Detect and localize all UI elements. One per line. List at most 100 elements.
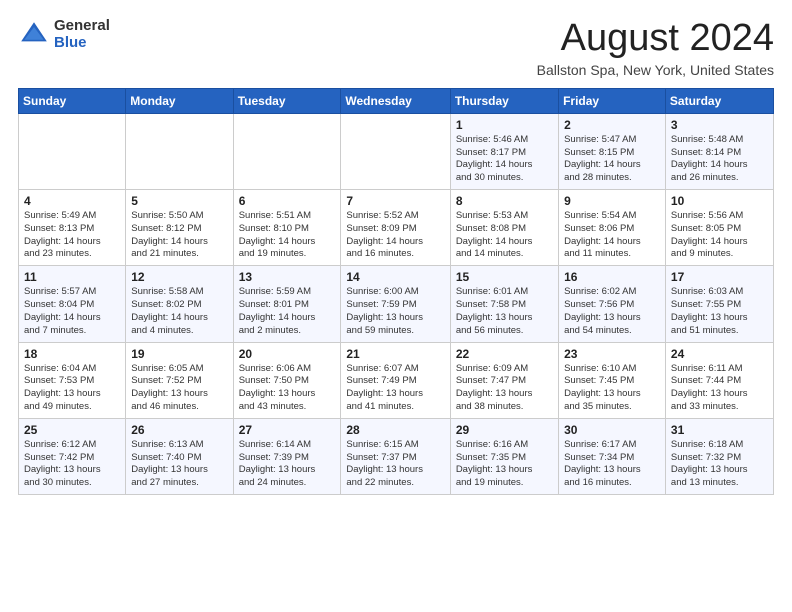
day-number: 6 [239,194,336,208]
logo-icon [18,19,50,51]
day-info: Sunrise: 6:10 AM Sunset: 7:45 PM Dayligh… [564,363,660,414]
week-row-0: 1 Sunrise: 5:46 AM Sunset: 8:17 PM Daylig… [19,113,774,189]
day-number: 4 [24,194,120,208]
day-cell [19,113,126,189]
logo-blue: Blue [54,35,110,52]
day-cell: 30 Sunrise: 6:17 AM Sunset: 7:34 PM Dayli… [559,418,666,494]
day-info: Sunrise: 5:49 AM Sunset: 8:13 PM Dayligh… [24,210,120,261]
day-cell: 23Sunrise: 6:10 AM Sunset: 7:45 PM Dayli… [559,342,666,418]
day-info: Sunrise: 5:57 AM Sunset: 8:04 PM Dayligh… [24,286,120,337]
location: Ballston Spa, New York, United States [537,62,774,78]
day-number: 9 [564,194,660,208]
day-number: 12 [131,270,227,284]
day-cell: 9 Sunrise: 5:54 AM Sunset: 8:06 PM Daylig… [559,190,666,266]
day-info: Sunrise: 6:05 AM Sunset: 7:52 PM Dayligh… [131,363,227,414]
day-number: 13 [239,270,336,284]
day-cell: 16Sunrise: 6:02 AM Sunset: 7:56 PM Dayli… [559,266,666,342]
day-number: 21 [346,347,444,361]
calendar-header: SundayMondayTuesdayWednesdayThursdayFrid… [19,88,774,113]
day-cell: 18 Sunrise: 6:04 AM Sunset: 7:53 PM Dayli… [19,342,126,418]
day-info: Sunrise: 5:48 AM Sunset: 8:14 PM Dayligh… [671,134,768,185]
day-cell: 26 Sunrise: 6:13 AM Sunset: 7:40 PM Dayli… [126,418,233,494]
day-cell [233,113,341,189]
day-number: 28 [346,423,444,437]
day-info: Sunrise: 6:07 AM Sunset: 7:49 PM Dayligh… [346,363,444,414]
day-info: Sunrise: 6:09 AM Sunset: 7:47 PM Dayligh… [456,363,553,414]
month-title: August 2024 [537,18,774,60]
weekday-header-sunday: Sunday [19,88,126,113]
day-info: Sunrise: 6:17 AM Sunset: 7:34 PM Dayligh… [564,439,660,490]
day-info: Sunrise: 5:54 AM Sunset: 8:06 PM Dayligh… [564,210,660,261]
day-cell: 25Sunrise: 6:12 AM Sunset: 7:42 PM Dayli… [19,418,126,494]
day-number: 1 [456,118,553,132]
day-number: 17 [671,270,768,284]
day-info: Sunrise: 6:18 AM Sunset: 7:32 PM Dayligh… [671,439,768,490]
logo: General Blue [18,18,110,51]
header: General Blue August 2024 Ballston Spa, N… [18,18,774,78]
day-number: 27 [239,423,336,437]
weekday-header-thursday: Thursday [450,88,558,113]
day-number: 10 [671,194,768,208]
day-info: Sunrise: 6:16 AM Sunset: 7:35 PM Dayligh… [456,439,553,490]
day-info: Sunrise: 5:46 AM Sunset: 8:17 PM Dayligh… [456,134,553,185]
day-cell [341,113,450,189]
day-info: Sunrise: 5:50 AM Sunset: 8:12 PM Dayligh… [131,210,227,261]
week-row-3: 18 Sunrise: 6:04 AM Sunset: 7:53 PM Dayli… [19,342,774,418]
day-cell: 17 Sunrise: 6:03 AM Sunset: 7:55 PM Dayli… [665,266,773,342]
day-info: Sunrise: 5:52 AM Sunset: 8:09 PM Dayligh… [346,210,444,261]
day-info: Sunrise: 6:04 AM Sunset: 7:53 PM Dayligh… [24,363,120,414]
day-info: Sunrise: 6:06 AM Sunset: 7:50 PM Dayligh… [239,363,336,414]
day-cell: 20 Sunrise: 6:06 AM Sunset: 7:50 PM Dayli… [233,342,341,418]
day-cell: 19Sunrise: 6:05 AM Sunset: 7:52 PM Dayli… [126,342,233,418]
day-info: Sunrise: 5:56 AM Sunset: 8:05 PM Dayligh… [671,210,768,261]
day-cell: 8 Sunrise: 5:53 AM Sunset: 8:08 PM Daylig… [450,190,558,266]
day-cell: 14Sunrise: 6:00 AM Sunset: 7:59 PM Dayli… [341,266,450,342]
day-info: Sunrise: 6:03 AM Sunset: 7:55 PM Dayligh… [671,286,768,337]
day-info: Sunrise: 6:13 AM Sunset: 7:40 PM Dayligh… [131,439,227,490]
day-info: Sunrise: 5:59 AM Sunset: 8:01 PM Dayligh… [239,286,336,337]
day-number: 16 [564,270,660,284]
day-cell: 28Sunrise: 6:15 AM Sunset: 7:37 PM Dayli… [341,418,450,494]
day-number: 3 [671,118,768,132]
day-number: 14 [346,270,444,284]
day-cell: 29Sunrise: 6:16 AM Sunset: 7:35 PM Dayli… [450,418,558,494]
day-info: Sunrise: 6:12 AM Sunset: 7:42 PM Dayligh… [24,439,120,490]
day-number: 31 [671,423,768,437]
weekday-header-tuesday: Tuesday [233,88,341,113]
day-cell: 15 Sunrise: 6:01 AM Sunset: 7:58 PM Dayli… [450,266,558,342]
day-number: 15 [456,270,553,284]
day-cell: 6Sunrise: 5:51 AM Sunset: 8:10 PM Daylig… [233,190,341,266]
day-cell: 21 Sunrise: 6:07 AM Sunset: 7:49 PM Dayli… [341,342,450,418]
day-info: Sunrise: 5:58 AM Sunset: 8:02 PM Dayligh… [131,286,227,337]
day-cell: 7 Sunrise: 5:52 AM Sunset: 8:09 PM Daylig… [341,190,450,266]
day-number: 18 [24,347,120,361]
day-number: 8 [456,194,553,208]
logo-general: General [54,18,110,35]
day-cell: 27 Sunrise: 6:14 AM Sunset: 7:39 PM Dayli… [233,418,341,494]
day-info: Sunrise: 5:53 AM Sunset: 8:08 PM Dayligh… [456,210,553,261]
day-cell: 24Sunrise: 6:11 AM Sunset: 7:44 PM Dayli… [665,342,773,418]
day-number: 22 [456,347,553,361]
day-cell: 5 Sunrise: 5:50 AM Sunset: 8:12 PM Daylig… [126,190,233,266]
day-number: 26 [131,423,227,437]
day-cell: 4 Sunrise: 5:49 AM Sunset: 8:13 PM Daylig… [19,190,126,266]
logo-text: General Blue [54,18,110,51]
day-number: 5 [131,194,227,208]
day-cell: 10 Sunrise: 5:56 AM Sunset: 8:05 PM Dayli… [665,190,773,266]
day-info: Sunrise: 6:01 AM Sunset: 7:58 PM Dayligh… [456,286,553,337]
weekday-header-monday: Monday [126,88,233,113]
day-number: 2 [564,118,660,132]
day-cell: 12 Sunrise: 5:58 AM Sunset: 8:02 PM Dayli… [126,266,233,342]
day-info: Sunrise: 6:14 AM Sunset: 7:39 PM Dayligh… [239,439,336,490]
day-cell: 1 Sunrise: 5:46 AM Sunset: 8:17 PM Daylig… [450,113,558,189]
week-row-2: 11Sunrise: 5:57 AM Sunset: 8:04 PM Dayli… [19,266,774,342]
day-info: Sunrise: 6:11 AM Sunset: 7:44 PM Dayligh… [671,363,768,414]
day-cell [126,113,233,189]
calendar: SundayMondayTuesdayWednesdayThursdayFrid… [18,88,774,495]
day-info: Sunrise: 5:47 AM Sunset: 8:15 PM Dayligh… [564,134,660,185]
day-cell: 31 Sunrise: 6:18 AM Sunset: 7:32 PM Dayli… [665,418,773,494]
day-cell: 2 Sunrise: 5:47 AM Sunset: 8:15 PM Daylig… [559,113,666,189]
day-number: 30 [564,423,660,437]
day-number: 7 [346,194,444,208]
day-number: 20 [239,347,336,361]
